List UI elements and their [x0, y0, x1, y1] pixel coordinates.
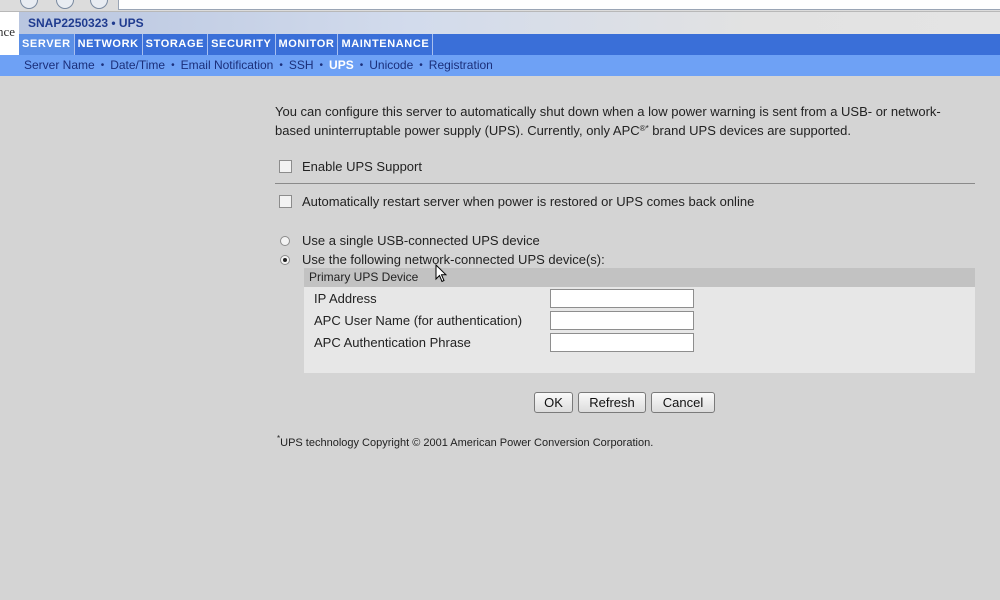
subnav-date-time[interactable]: Date/Time — [110, 55, 165, 76]
apc-auth-phrase-label: APC Authentication Phrase — [314, 335, 471, 350]
subnav-ssh[interactable]: SSH — [289, 55, 314, 76]
page-title: SNAP2250323 • UPS — [28, 16, 144, 30]
intro-text-end: brand UPS devices are supported. — [648, 123, 852, 138]
usb-mode-radio[interactable] — [280, 235, 290, 246]
apc-username-input[interactable] — [550, 311, 694, 330]
main-tabs: SERVER NETWORK STORAGE SECURITY MONITOR … — [19, 34, 1000, 55]
subnav-separator: • — [100, 60, 105, 71]
tab-monitor[interactable]: MONITOR — [276, 34, 339, 55]
registered-mark: ®* — [639, 124, 649, 133]
back-icon[interactable] — [20, 0, 38, 9]
tab-security[interactable]: SECURITY — [208, 34, 276, 55]
ip-address-input[interactable] — [550, 289, 694, 308]
tab-server[interactable]: SERVER — [19, 34, 75, 55]
apc-auth-phrase-input[interactable] — [550, 333, 694, 352]
home-icon[interactable] — [90, 0, 108, 9]
usb-mode-row[interactable]: Use a single USB-connected UPS device — [280, 233, 540, 248]
subnav-server-name[interactable]: Server Name — [24, 55, 95, 76]
address-bar[interactable] — [118, 0, 1000, 10]
apc-username-label: APC User Name (for authentication) — [314, 313, 523, 328]
subnav-ups[interactable]: UPS — [329, 55, 354, 76]
auto-restart-label: Automatically restart server when power … — [302, 194, 755, 209]
subnav-unicode[interactable]: Unicode — [369, 55, 413, 76]
enable-ups-checkbox[interactable] — [279, 160, 292, 174]
primary-ups-panel: Primary UPS Device IP Address APC User N… — [304, 268, 975, 373]
cancel-button[interactable]: Cancel — [651, 392, 715, 413]
copyright-notice: *UPS technology Copyright © 2001 America… — [277, 434, 654, 449]
auto-restart-row[interactable]: Automatically restart server when power … — [279, 194, 754, 209]
subnav-separator: • — [171, 60, 175, 71]
subnav-registration[interactable]: Registration — [429, 55, 493, 76]
browser-chrome — [0, 0, 1000, 12]
subnav-separator: • — [419, 60, 423, 71]
intro-text: You can configure this server to automat… — [275, 102, 975, 140]
mouse-pointer-icon — [435, 264, 447, 283]
tab-network[interactable]: NETWORK — [75, 34, 143, 55]
section-divider — [275, 183, 975, 184]
ip-address-label: IP Address — [314, 291, 377, 306]
refresh-button[interactable]: Refresh — [578, 392, 646, 413]
brand-logo: nce — [0, 12, 19, 56]
tab-storage[interactable]: STORAGE — [143, 34, 209, 55]
subnav-email-notification[interactable]: Email Notification — [181, 55, 274, 76]
stop-icon[interactable] — [56, 0, 74, 9]
primary-ups-header: Primary UPS Device — [304, 268, 975, 287]
network-mode-label: Use the following network-connected UPS … — [302, 252, 605, 267]
enable-ups-label: Enable UPS Support — [302, 159, 422, 174]
title-bar: SNAP2250323 • UPS — [19, 12, 1000, 34]
subnav-separator: • — [359, 60, 364, 71]
copyright-asterisk: * — [277, 434, 281, 443]
subnav-separator: • — [319, 60, 324, 71]
copyright-text: UPS technology Copyright © 2001 American… — [280, 437, 654, 449]
usb-mode-label: Use a single USB-connected UPS device — [302, 233, 540, 248]
sub-nav: Server Name • Date/Time • Email Notifica… — [0, 55, 1000, 76]
network-mode-radio[interactable] — [280, 254, 290, 265]
subnav-separator: • — [279, 60, 283, 71]
enable-ups-row[interactable]: Enable UPS Support — [279, 159, 422, 174]
main-content: You can configure this server to automat… — [0, 76, 1000, 600]
brand-logo-text: nce — [0, 24, 16, 39]
tab-maintenance[interactable]: MAINTENANCE — [338, 34, 434, 55]
ok-button[interactable]: OK — [534, 392, 573, 413]
auto-restart-checkbox[interactable] — [279, 195, 292, 209]
